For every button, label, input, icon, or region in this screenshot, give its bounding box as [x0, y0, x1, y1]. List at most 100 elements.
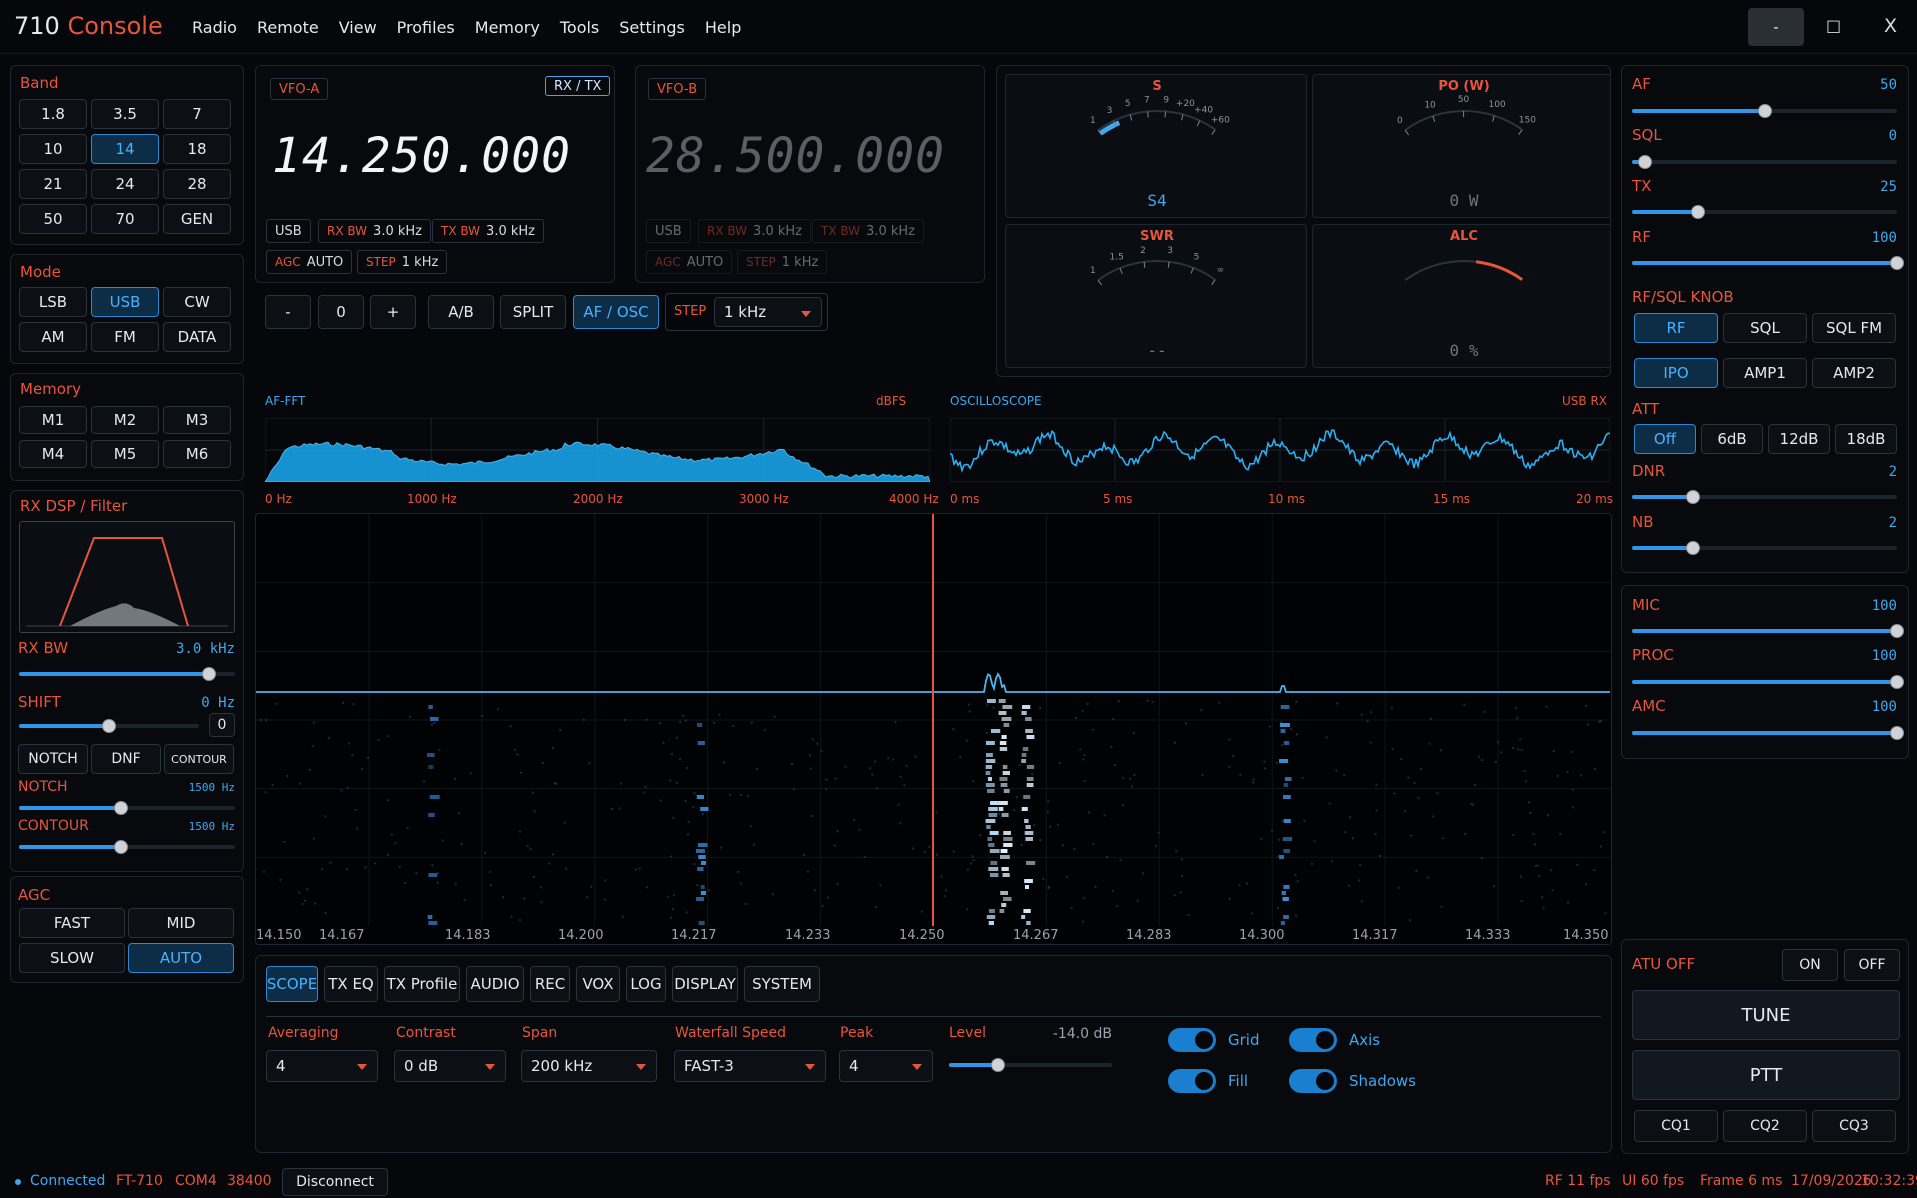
mode-data-button[interactable]: DATA	[163, 322, 231, 352]
cq3-button[interactable]: CQ3	[1812, 1110, 1896, 1142]
att-off-button[interactable]: Off	[1634, 424, 1696, 454]
memory-m6-button[interactable]: M6	[163, 440, 231, 468]
slider-knob[interactable]	[990, 1058, 1005, 1072]
vfo-b-rx-bw[interactable]: RX BW 3.0 kHz	[698, 219, 811, 243]
af-slider[interactable]	[1632, 104, 1897, 118]
tab-system[interactable]: SYSTEM	[744, 966, 820, 1002]
step-dropdown[interactable]: 1 kHz	[714, 297, 822, 327]
level-slider[interactable]	[949, 1058, 1112, 1072]
ptt-button[interactable]: PTT	[1632, 1050, 1900, 1100]
menu-remote[interactable]: Remote	[257, 18, 319, 37]
att-12db-button[interactable]: 12dB	[1768, 424, 1830, 454]
slider-knob[interactable]	[113, 840, 128, 854]
agc-auto-button[interactable]: AUTO	[128, 943, 234, 973]
vfo-a-agc[interactable]: AGC AUTO	[266, 250, 353, 274]
atu-off-button[interactable]: OFF	[1844, 949, 1900, 981]
cq2-button[interactable]: CQ2	[1723, 1110, 1807, 1142]
cq1-button[interactable]: CQ1	[1634, 1110, 1718, 1142]
axis-toggle[interactable]	[1289, 1028, 1337, 1052]
slider-knob[interactable]	[102, 719, 116, 733]
slider-knob[interactable]	[113, 801, 128, 815]
tune-button[interactable]: TUNE	[1632, 990, 1900, 1040]
vfo-b-frequency[interactable]: 28.500.000	[646, 128, 945, 184]
fill-toggle[interactable]	[1168, 1069, 1216, 1093]
shadows-toggle[interactable]	[1289, 1069, 1337, 1093]
tab-tx-eq[interactable]: TX EQ	[324, 966, 378, 1002]
tab-audio[interactable]: AUDIO	[466, 966, 524, 1002]
slider-knob[interactable]	[1685, 490, 1700, 504]
band-21-button[interactable]: 21	[19, 169, 87, 199]
agc-slow-button[interactable]: SLOW	[19, 943, 125, 973]
rxbw-slider[interactable]	[19, 667, 235, 681]
shift-slider[interactable]	[19, 719, 199, 733]
tab-vox[interactable]: VOX	[576, 966, 620, 1002]
band-28-button[interactable]: 28	[163, 169, 231, 199]
sql-slider[interactable]	[1632, 155, 1897, 169]
vfo-a-frequency[interactable]: 14.250.000	[272, 128, 571, 184]
att-18db-button[interactable]: 18dB	[1835, 424, 1897, 454]
disconnect-button[interactable]: Disconnect	[282, 1168, 388, 1196]
menu-settings[interactable]: Settings	[619, 18, 685, 37]
mode-usb-button[interactable]: USB	[91, 287, 159, 317]
freq-plus-button[interactable]: +	[370, 295, 416, 329]
amp-amp1-button[interactable]: AMP1	[1723, 358, 1807, 388]
memory-m5-button[interactable]: M5	[91, 440, 159, 468]
att-6db-button[interactable]: 6dB	[1701, 424, 1763, 454]
vfo-b-step[interactable]: STEP 1 kHz	[737, 250, 828, 274]
menu-tools[interactable]: Tools	[560, 18, 599, 37]
freq-zero-button[interactable]: 0	[318, 295, 364, 329]
memory-m2-button[interactable]: M2	[91, 406, 159, 434]
slider-knob[interactable]	[202, 667, 217, 681]
knob-rf-button[interactable]: RF	[1634, 313, 1718, 343]
slider-knob[interactable]	[1691, 205, 1706, 219]
rf-slider[interactable]	[1632, 256, 1904, 270]
maximize-button[interactable]: □	[1826, 16, 1841, 35]
band-10-button[interactable]: 10	[19, 134, 87, 164]
dnr-slider[interactable]	[1632, 490, 1897, 504]
vfo-a-step[interactable]: STEP 1 kHz	[357, 250, 448, 274]
mode-lsb-button[interactable]: LSB	[19, 287, 87, 317]
slider-knob[interactable]	[1890, 675, 1904, 689]
amc-slider[interactable]	[1632, 726, 1904, 740]
band-24-button[interactable]: 24	[91, 169, 159, 199]
menu-radio[interactable]: Radio	[192, 18, 237, 37]
band-1-8-button[interactable]: 1.8	[19, 99, 87, 129]
band-7-button[interactable]: 7	[163, 99, 231, 129]
tab-scope[interactable]: SCOPE	[266, 966, 318, 1002]
mic-slider[interactable]	[1632, 624, 1904, 638]
averaging-dropdown[interactable]: 4	[266, 1050, 378, 1082]
notch-slider[interactable]	[19, 801, 235, 815]
knob-sql-fm-button[interactable]: SQL FM	[1812, 313, 1896, 343]
slider-knob[interactable]	[1890, 256, 1904, 270]
memory-m1-button[interactable]: M1	[19, 406, 87, 434]
slider-knob[interactable]	[1638, 155, 1653, 169]
mode-fm-button[interactable]: FM	[91, 322, 159, 352]
vfo-a-tx-bw[interactable]: TX BW 3.0 kHz	[432, 219, 544, 243]
close-button[interactable]: X	[1884, 15, 1897, 37]
band-gen-button[interactable]: GEN	[163, 204, 231, 234]
vfo-a-tag[interactable]: VFO-A	[270, 78, 329, 100]
slider-knob[interactable]	[1890, 624, 1904, 638]
knob-sql-button[interactable]: SQL	[1723, 313, 1807, 343]
band-18-button[interactable]: 18	[163, 134, 231, 164]
vfo-a-mode[interactable]: USB	[266, 219, 311, 243]
memory-m4-button[interactable]: M4	[19, 440, 87, 468]
amp-ipo-button[interactable]: IPO	[1634, 358, 1718, 388]
band-3-5-button[interactable]: 3.5	[91, 99, 159, 129]
contrast-dropdown[interactable]: 0 dB	[394, 1050, 506, 1082]
tx-slider[interactable]	[1632, 205, 1897, 219]
menu-help[interactable]: Help	[705, 18, 741, 37]
mode-cw-button[interactable]: CW	[163, 287, 231, 317]
band-14-button[interactable]: 14	[91, 134, 159, 164]
shift-input[interactable]: 0	[209, 713, 235, 737]
tab-log[interactable]: LOG	[626, 966, 666, 1002]
menu-memory[interactable]: Memory	[475, 18, 540, 37]
tab-tx-profile[interactable]: TX Profile	[384, 966, 460, 1002]
waterfall-speed-dropdown[interactable]: FAST-3	[674, 1050, 826, 1082]
split-button[interactable]: SPLIT	[500, 295, 566, 329]
slider-knob[interactable]	[1890, 726, 1904, 740]
tab-display[interactable]: DISPLAY	[672, 966, 738, 1002]
a-b-button[interactable]: A/B	[428, 295, 494, 329]
slider-knob[interactable]	[1757, 104, 1772, 118]
grid-toggle[interactable]	[1168, 1028, 1216, 1052]
